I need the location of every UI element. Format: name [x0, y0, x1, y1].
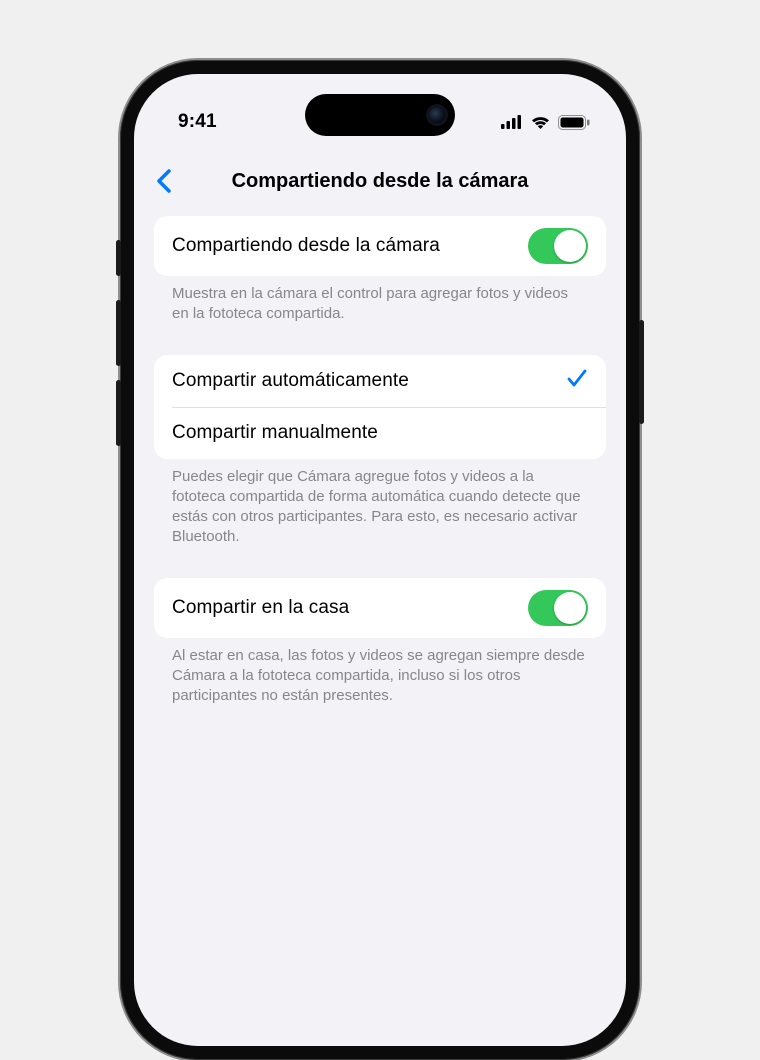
wifi-icon	[530, 115, 551, 130]
option-label: Compartir automáticamente	[172, 370, 409, 392]
card: Compartir en la casa	[154, 578, 606, 638]
page-title: Compartiendo desde la cámara	[146, 170, 614, 193]
toggle-switch[interactable]	[528, 228, 588, 264]
volume-down-button	[116, 380, 121, 446]
toggle-switch[interactable]	[528, 590, 588, 626]
settings-content: Compartiendo desde la cámara Compartiend…	[134, 156, 626, 1046]
battery-icon	[558, 115, 590, 130]
back-button[interactable]	[144, 161, 184, 201]
option-label: Compartir manualmente	[172, 422, 378, 444]
toggle-knob	[554, 592, 586, 624]
status-time: 9:41	[178, 111, 217, 133]
side-button	[639, 320, 644, 424]
toggle-label: Compartir en la casa	[172, 597, 349, 619]
toggle-label: Compartiendo desde la cámara	[172, 235, 440, 257]
ringer-switch	[116, 240, 121, 276]
group-sharing-from-camera: Compartiendo desde la cámara Muestra en …	[154, 216, 606, 325]
card: Compartir automáticamente Compartir manu…	[154, 355, 606, 459]
option-row-manual[interactable]: Compartir manualmente	[172, 407, 606, 459]
front-camera-icon	[429, 107, 445, 123]
option-row-auto[interactable]: Compartir automáticamente	[154, 355, 606, 407]
group-share-mode: Compartir automáticamente Compartir manu…	[154, 355, 606, 548]
dynamic-island	[305, 94, 455, 136]
group-footer: Puedes elegir que Cámara agregue fotos y…	[154, 459, 606, 548]
toggle-row-sharing-from-camera[interactable]: Compartiendo desde la cámara	[154, 216, 606, 276]
volume-up-button	[116, 300, 121, 366]
group-share-at-home: Compartir en la casa Al estar en casa, l…	[154, 578, 606, 707]
checkmark-icon	[566, 368, 588, 393]
chevron-left-icon	[156, 169, 172, 193]
nav-bar: Compartiendo desde la cámara	[134, 156, 626, 206]
card: Compartiendo desde la cámara	[154, 216, 606, 276]
screen: 9:41	[134, 74, 626, 1046]
group-footer: Muestra en la cámara el control para agr…	[154, 276, 606, 325]
toggle-knob	[554, 230, 586, 262]
cellular-icon	[501, 115, 523, 129]
toggle-row-share-at-home[interactable]: Compartir en la casa	[154, 578, 606, 638]
phone-frame: 9:41	[120, 60, 640, 1060]
status-indicators	[501, 115, 590, 130]
group-footer: Al estar en casa, las fotos y videos se …	[154, 638, 606, 707]
